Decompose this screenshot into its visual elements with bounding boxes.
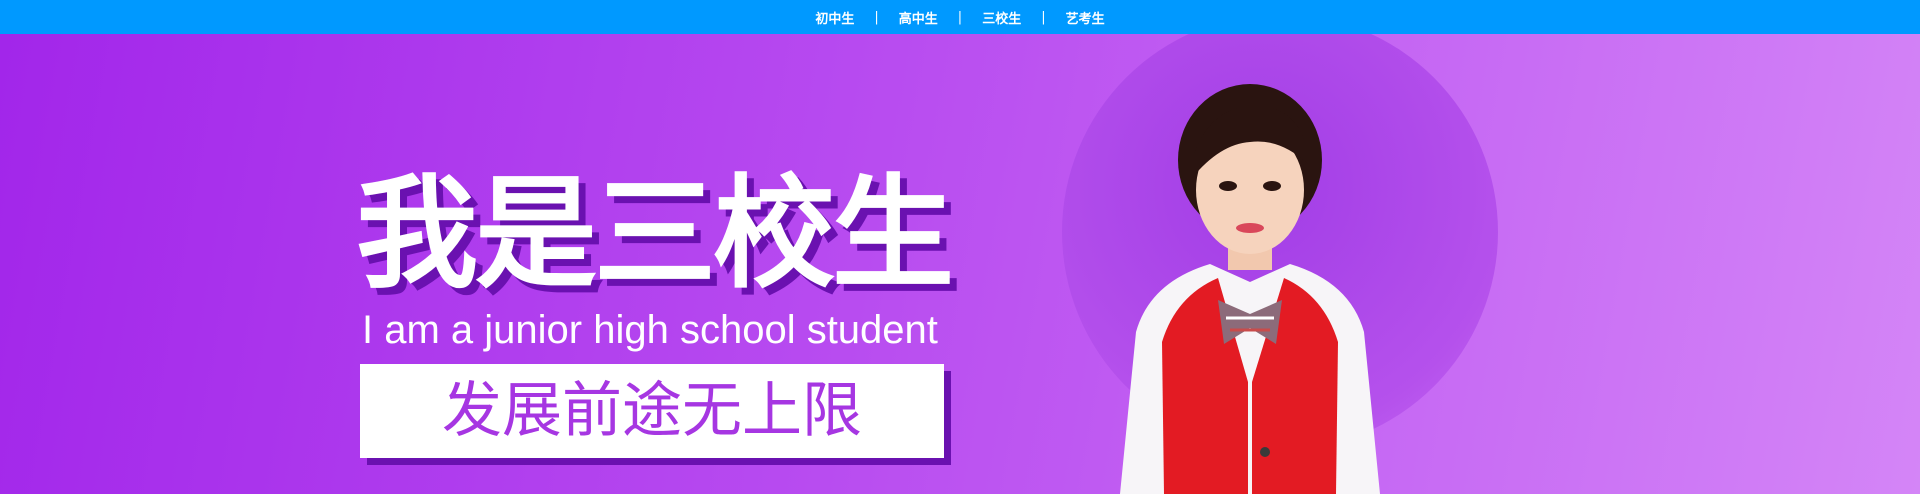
nav-separator: | [874,9,879,25]
lips-shape [1236,223,1264,233]
slogan-box: 发展前途无上限 [360,364,944,458]
shirt-shape [1120,264,1380,494]
nav-item-three-schools[interactable]: 三校生 [976,8,1027,27]
student-portrait-illustration [1120,84,1380,494]
nav-item-art-exam[interactable]: 艺考生 [1060,8,1111,27]
vest-button [1260,447,1270,457]
nav-item-senior-high[interactable]: 高中生 [893,8,944,27]
banner-subtitle: I am a junior high school student [362,308,938,352]
banner-slogan: 发展前途无上限 [442,376,862,446]
hero-banner[interactable]: 我是三校生 I am a junior high school student … [0,34,1920,494]
nav-separator: | [1041,9,1046,25]
top-nav-bar: 初中生 | 高中生 | 三校生 | 艺考生 [0,0,1920,34]
nav-item-junior-high[interactable]: 初中生 [809,8,860,27]
banner-title: 我是三校生 [356,163,954,305]
left-eye-shape [1219,181,1237,191]
right-eye-shape [1263,181,1281,191]
nav-separator: | [957,9,963,25]
